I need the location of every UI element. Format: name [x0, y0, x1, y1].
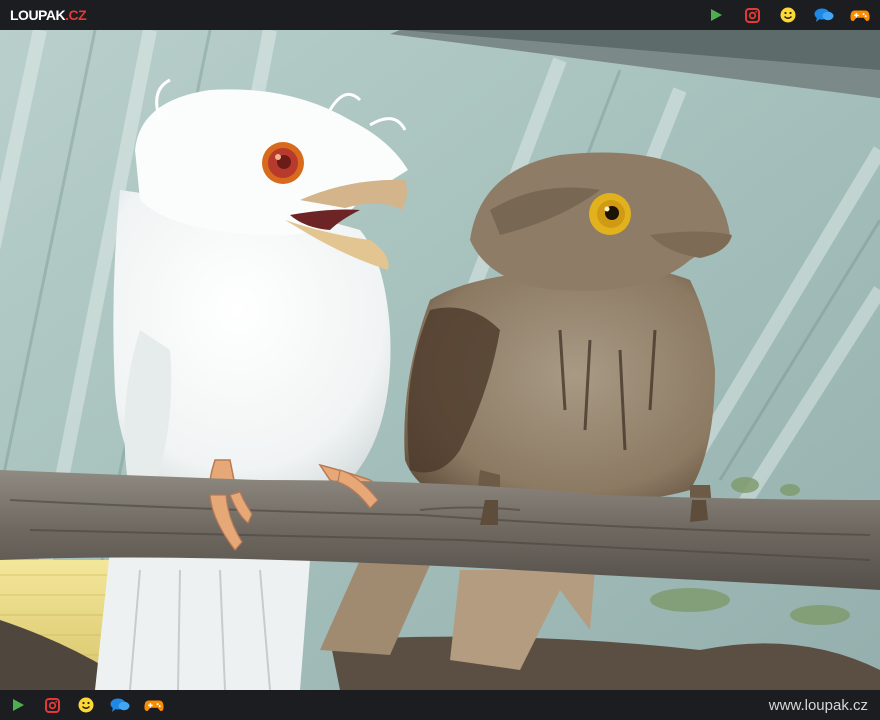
logo-text: LOUPAK: [10, 7, 66, 23]
logo-tld: .CZ: [65, 7, 87, 23]
gamepad-icon[interactable]: [850, 6, 870, 24]
instagram-icon[interactable]: [742, 6, 762, 24]
site-url[interactable]: www.loupak.cz: [769, 697, 868, 714]
site-logo[interactable]: LOUPAK.CZ: [10, 7, 87, 23]
owls-photo: [0, 30, 880, 690]
chat-bubbles-icon[interactable]: [814, 6, 834, 24]
smiley-icon[interactable]: [778, 6, 798, 24]
play-icon[interactable]: [8, 696, 28, 714]
chat-bubbles-icon[interactable]: [110, 696, 130, 714]
instagram-icon[interactable]: [42, 696, 62, 714]
gamepad-icon[interactable]: [144, 696, 164, 714]
photo-illustration: [0, 30, 880, 690]
top-bar: LOUPAK.CZ: [0, 0, 880, 30]
bottom-bar: www.loupak.cz: [0, 690, 880, 720]
smiley-icon[interactable]: [76, 696, 96, 714]
play-icon[interactable]: [706, 6, 726, 24]
top-icon-group: [706, 6, 870, 24]
bottom-icon-group: [8, 696, 164, 714]
